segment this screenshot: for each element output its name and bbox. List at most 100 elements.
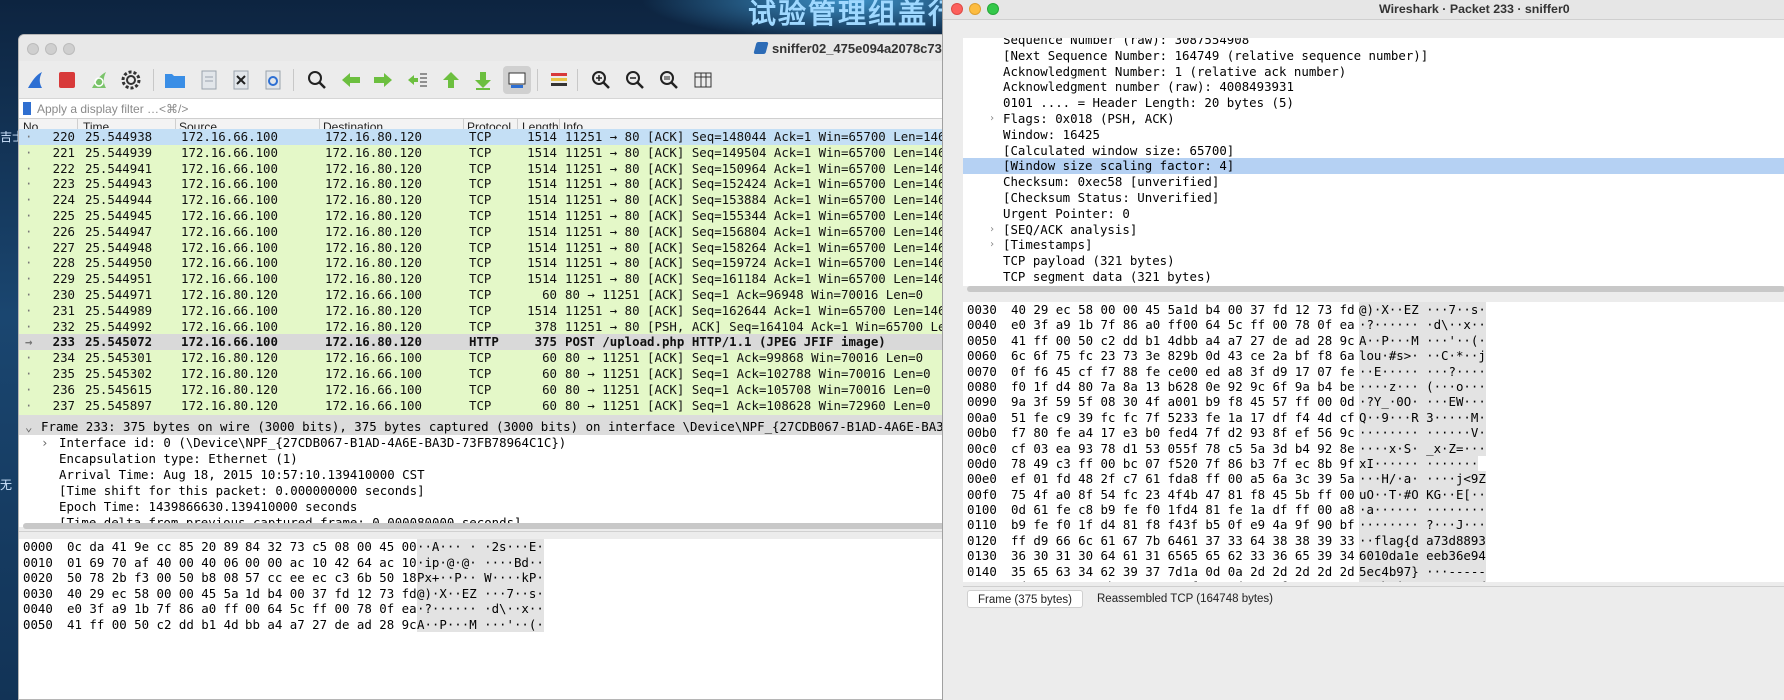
gear-icon (121, 70, 141, 90)
protocol-tree-item[interactable]: Window: 16425 (963, 127, 1784, 143)
find-packet-button[interactable] (303, 66, 331, 94)
packet-row[interactable]: · 228 25.544950 172.16.66.100 172.16.80.120 T… (19, 255, 1077, 272)
chevron-right-icon[interactable]: › (989, 237, 995, 253)
toolbar-separator (577, 69, 578, 91)
protocol-tree-item[interactable]: Acknowledgment number (raw): 4008493931 (963, 79, 1784, 95)
tab-frame-bytes[interactable]: Frame (375 bytes) (967, 590, 1083, 608)
hex-bytes: 00 64 5c ff 00 78 0f ea (1183, 317, 1355, 333)
protocol-tree-item[interactable]: 0101 .... = Header Length: 20 bytes (5) (963, 95, 1784, 111)
hex-bytes: a8 ff 00 a5 6a 3c 39 5a (1183, 471, 1355, 487)
protocol-tree-item[interactable]: › [SEQ/ACK analysis] (963, 222, 1784, 238)
packet-row[interactable]: · 227 25.544948 172.16.66.100 172.16.80.120 T… (19, 239, 1077, 256)
pane-splitter[interactable] (19, 531, 1077, 537)
packet-source: 172.16.66.100 (181, 255, 278, 271)
detail-tree-item[interactable]: › Interface id: 0 (\Device\NPF_{27CDB067-… (19, 435, 1077, 451)
tree-horizontal-scrollbar[interactable] (967, 286, 1784, 292)
chevron-right-icon[interactable]: › (989, 222, 995, 238)
minimize-window-button[interactable] (969, 3, 981, 15)
detail-tree-item[interactable]: Encapsulation type: Ethernet (1) (19, 451, 1077, 467)
zoom-in-button[interactable] (587, 66, 615, 94)
close-file-button[interactable] (227, 66, 255, 94)
detail-tree-item[interactable]: ⌄ Frame 233: 375 bytes on wire (3000 bits… (19, 419, 1077, 435)
minimize-window-button[interactable] (45, 43, 57, 55)
ascii-bytes: 6010da1e eeb36e94 (1359, 548, 1486, 564)
display-filter-bar[interactable]: Apply a display filter …<⌘/> (19, 99, 1077, 119)
packet-row[interactable]: · 224 25.544944 172.16.66.100 172.16.80.120 T… (19, 192, 1077, 208)
detail-tree-item[interactable]: Arrival Time: Aug 18, 2015 10:57:10.1394… (19, 467, 1077, 483)
protocol-tree-item[interactable]: › [Timestamps] (963, 237, 1784, 253)
protocol-tree-item[interactable]: [Window size scaling factor: 4] (963, 158, 1784, 175)
packet-protocol: TCP (469, 318, 492, 334)
packet-length: 1514 (527, 302, 557, 318)
packet-row[interactable]: · 237 25.545897 172.16.80.120 172.16.66.100 T… (19, 397, 1077, 414)
packet-row[interactable]: · 236 25.545615 172.16.80.120 172.16.66.100 T… (19, 381, 1077, 398)
protocol-tree-item[interactable]: Checksum: 0xec58 [unverified] (963, 174, 1784, 190)
protocol-tree-item[interactable]: TCP payload (321 bytes) (963, 253, 1784, 269)
packet-info: 11251 → 80 [ACK] Seq=152424 Ack=1 Win=65… (565, 176, 976, 192)
go-first-button[interactable] (437, 66, 465, 94)
packet-protocol: TCP (469, 271, 492, 287)
main-titlebar: sniffer02_475e094a2078c733b508265afde5b (19, 35, 1077, 61)
zoom-window-button[interactable] (63, 43, 75, 55)
chevron-right-icon[interactable]: › (41, 435, 48, 451)
protocol-tree-item[interactable]: [Checksum Status: Unverified] (963, 190, 1784, 206)
ascii-bytes: ········ ······V· (1359, 425, 1486, 441)
reload-file-button[interactable] (259, 66, 287, 94)
go-back-button[interactable] (337, 66, 365, 94)
protocol-tree-item[interactable]: [Calculated window size: 65700] (963, 143, 1784, 159)
go-last-button[interactable] (469, 66, 497, 94)
go-forward-button[interactable] (369, 66, 397, 94)
packet-row[interactable]: · 222 25.544941 172.16.66.100 172.16.80.120 T… (19, 160, 1077, 177)
go-to-packet-button[interactable] (403, 66, 431, 94)
detail-tree-item[interactable]: Epoch Time: 1439866630.139410000 seconds (19, 499, 1077, 515)
hex-offset: 00a0 (967, 409, 997, 425)
autoscroll-button[interactable] (503, 66, 531, 94)
protocol-tree-item[interactable]: Acknowledgment Number: 1 (relative ack n… (963, 64, 1784, 80)
packet-row[interactable]: · 226 25.544947 172.16.66.100 172.16.80.120 T… (19, 223, 1077, 240)
save-file-button[interactable] (195, 66, 223, 94)
start-capture-button[interactable] (21, 66, 49, 94)
hex-bytes: f0 1f d4 80 7a 8a 13 b6 (1011, 378, 1183, 394)
detail-tree-item[interactable]: [Time shift for this packet: 0.000000000… (19, 483, 1077, 499)
protocol-tree-item[interactable]: Urgent Pointer: 0 (963, 206, 1784, 222)
protocol-tree-item[interactable]: › Flags: 0x018 (PSH, ACK) (963, 111, 1784, 127)
packet-row[interactable]: · 230 25.544971 172.16.80.120 172.16.66.100 T… (19, 286, 1077, 303)
display-filter-input[interactable]: Apply a display filter …<⌘/> (37, 102, 188, 116)
packet-source: 172.16.66.100 (181, 223, 278, 239)
zoom-window-button[interactable] (987, 3, 999, 15)
hex-bytes: 9b 0d 43 ce 2a bf f8 6a (1183, 348, 1355, 364)
packet-no: 234 (52, 350, 75, 366)
ascii-bytes: ········ ?···J··· (1359, 517, 1486, 533)
capture-options-button[interactable] (117, 66, 145, 94)
packet-row[interactable]: · 232 25.544992 172.16.66.100 172.16.80.120 T… (19, 318, 1077, 335)
protocol-tree-item[interactable]: TCP segment data (321 bytes) (963, 269, 1784, 285)
colorize-button[interactable] (545, 66, 573, 94)
resize-columns-button[interactable] (689, 66, 717, 94)
bookmark-icon[interactable] (23, 102, 31, 115)
packet-row[interactable]: · 231 25.544989 172.16.66.100 172.16.80.120 T… (19, 302, 1077, 319)
restart-capture-button[interactable] (85, 66, 113, 94)
zoom-out-button[interactable] (621, 66, 649, 94)
detail-text: Epoch Time: 1439866630.139410000 seconds (59, 499, 358, 514)
protocol-tree-item[interactable]: Sequence Number (raw): 3087554908 (963, 38, 1784, 48)
stop-capture-button[interactable] (53, 66, 81, 94)
ascii-bytes: ····x·S· _x·Z=··· (1359, 440, 1486, 456)
protocol-tree-item[interactable]: [Next Sequence Number: 164749 (relative … (963, 48, 1784, 64)
normal-size-button[interactable] (655, 66, 683, 94)
packet-row[interactable]: · 235 25.545302 172.16.80.120 172.16.66.100 T… (19, 365, 1077, 382)
packet-length: 378 (534, 318, 557, 334)
packet-row[interactable]: · 221 25.544939 172.16.66.100 172.16.80.120 T… (19, 144, 1077, 161)
open-file-button[interactable] (161, 66, 189, 94)
details-horizontal-scrollbar[interactable] (23, 523, 1073, 529)
chevron-down-icon[interactable]: ⌄ (25, 419, 32, 435)
tab-reassembled-tcp[interactable]: Reassembled TCP (164748 bytes) (1087, 590, 1283, 608)
packet-row[interactable]: → 233 25.545072 172.16.66.100 172.16.80.120 H… (19, 334, 1077, 351)
chevron-right-icon[interactable]: › (989, 111, 995, 127)
close-window-button[interactable] (27, 43, 39, 55)
packet-row[interactable]: · 229 25.544951 172.16.66.100 172.16.80.120 T… (19, 271, 1077, 287)
packet-row[interactable]: · 225 25.544945 172.16.66.100 172.16.80.120 T… (19, 207, 1077, 224)
packet-row[interactable]: · 220 25.544938 172.16.66.100 172.16.80.120 T… (19, 129, 1077, 145)
close-window-button[interactable] (951, 3, 963, 15)
packet-row[interactable]: · 223 25.544943 172.16.66.100 172.16.80.120 T… (19, 176, 1077, 193)
packet-row[interactable]: · 234 25.545301 172.16.80.120 172.16.66.100 T… (19, 350, 1077, 366)
